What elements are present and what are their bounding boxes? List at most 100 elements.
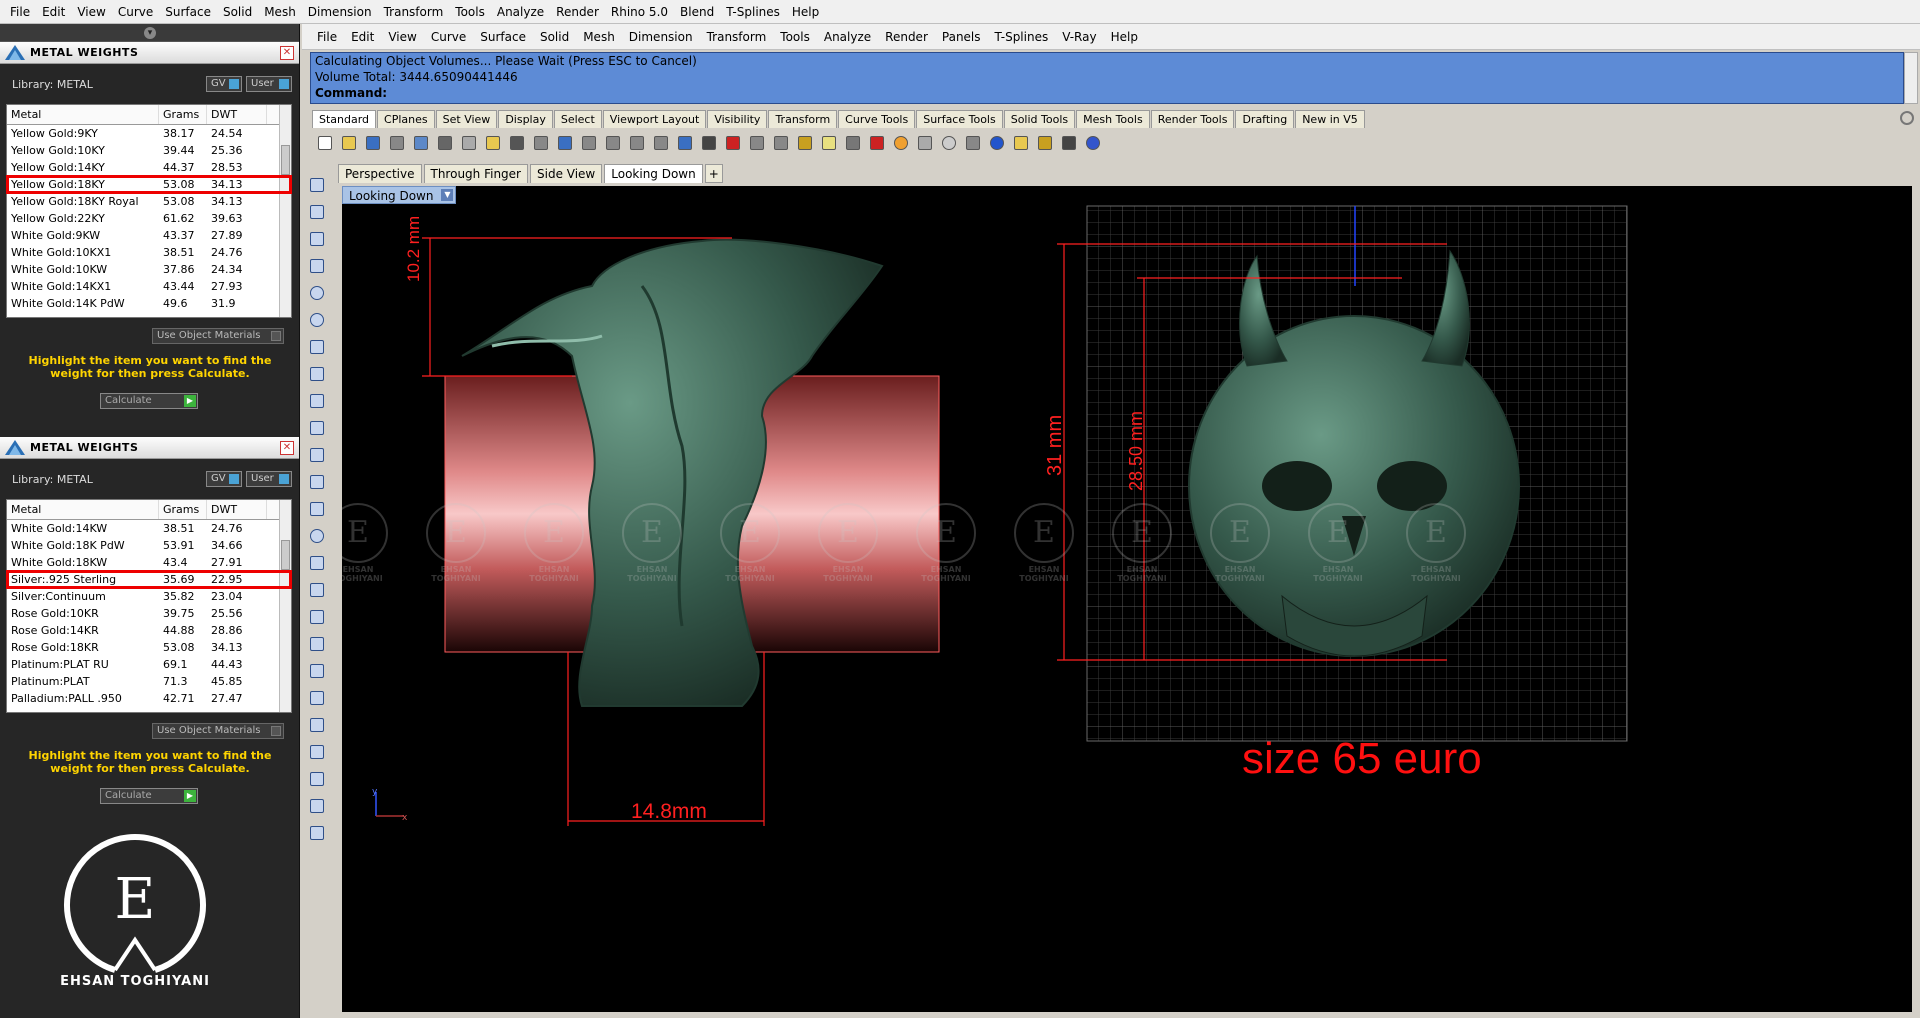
gv-button[interactable]: GV [206,471,242,487]
copy-icon[interactable] [458,132,480,154]
outer-menu-item[interactable]: Solid [217,0,258,24]
outer-menu-item[interactable]: File [4,0,36,24]
table-row[interactable]: Rose Gold:10KR 39.75 25.56 [7,605,291,622]
dimension-icon[interactable] [306,768,328,790]
gv-button[interactable]: GV [206,76,242,92]
rhino-menu-item[interactable]: Surface [473,30,533,44]
rhino-menu-item[interactable]: Transform [700,30,774,44]
toolbar-tab[interactable]: Select [553,110,602,128]
rhino-menu-item[interactable]: Tools [773,30,817,44]
outer-menu-item[interactable]: Mesh [258,0,302,24]
save-icon[interactable] [362,132,384,154]
extrude-icon[interactable] [306,579,328,601]
table-row[interactable]: Yellow Gold:22KY 61.62 39.63 [7,210,291,227]
scale-icon[interactable] [306,660,328,682]
chevron-down-icon[interactable]: ▾ [144,27,156,39]
fillet-curve-icon[interactable] [306,444,328,466]
viewport-layout-icon[interactable] [698,132,720,154]
open-file-icon[interactable] [338,132,360,154]
rhino-menu-item[interactable]: Curve [424,30,473,44]
table-row[interactable]: White Gold:18KW 43.4 27.91 [7,554,291,571]
close-icon[interactable]: ✕ [280,441,294,455]
rotate-view-icon[interactable] [554,132,576,154]
toolbar-tab[interactable]: Display [498,110,553,128]
rhino-menu-item[interactable]: View [381,30,423,44]
print-icon[interactable] [386,132,408,154]
layout-icon[interactable] [306,795,328,817]
curve-icon[interactable] [306,255,328,277]
viewport-looking-down[interactable]: Looking Down ▼ 10.2 mm 14.8mm 31 mm 28.5… [342,186,1912,1012]
table-row-selected[interactable]: Yellow Gold:18KY 53.08 34.13 [6,175,292,194]
table-scrollbar[interactable] [279,105,291,317]
toolbar-tab[interactable]: Solid Tools [1003,110,1076,128]
outer-menu-item[interactable]: Tools [449,0,491,24]
toolbar-tab[interactable]: Render Tools [1150,110,1235,128]
table-row[interactable]: Rose Gold:18KR 53.08 34.13 [7,639,291,656]
table-row[interactable]: Platinum:PLAT RU 69.1 44.43 [7,656,291,673]
undo-view-icon[interactable] [674,132,696,154]
column-header[interactable]: Grams [159,105,207,124]
undo-icon[interactable] [506,132,528,154]
sphere-icon[interactable] [306,525,328,547]
table-row[interactable]: White Gold:9KW 43.37 27.89 [7,227,291,244]
command-prompt[interactable]: Command: [311,85,1903,101]
viewport-title[interactable]: Looking Down ▼ [342,186,457,204]
viewport-tab[interactable]: Side View [530,164,603,183]
boolean-icon[interactable] [306,606,328,628]
table-row-selected[interactable]: Silver:.925 Sterling 35.69 22.95 [6,570,292,589]
rhino-menu-item[interactable]: Analyze [817,30,878,44]
move-icon[interactable] [306,633,328,655]
table-row[interactable]: White Gold:10KX1 38.51 24.76 [7,244,291,261]
table-row[interactable]: Yellow Gold:18KY Royal 53.08 34.13 [7,193,291,210]
car-icon[interactable] [722,132,744,154]
use-object-materials-checkbox[interactable]: Use Object Materials [152,723,284,739]
mirror-icon[interactable] [306,714,328,736]
zoom-icon[interactable] [578,132,600,154]
column-header[interactable]: Metal [7,105,159,124]
rhino-menu-item[interactable]: Help [1104,30,1145,44]
rhino-menu-item[interactable]: Panels [935,30,988,44]
array-icon[interactable] [306,687,328,709]
paste-icon[interactable] [482,132,504,154]
outer-menu-item[interactable]: Curve [112,0,159,24]
column-header[interactable]: DWT [207,105,267,124]
layer-icon[interactable] [866,132,888,154]
toolbar-tab[interactable]: Transform [768,110,838,128]
rhino-menu-item[interactable]: Render [878,30,935,44]
polygon-icon[interactable] [306,336,328,358]
outer-menu-item[interactable]: Transform [378,0,450,24]
table-row[interactable]: White Gold:10KW 37.86 24.34 [7,261,291,278]
rhino-menu-item[interactable]: Solid [533,30,576,44]
select-arrow-icon[interactable] [306,174,328,196]
zoom-window-icon[interactable] [602,132,624,154]
use-object-materials-checkbox[interactable]: Use Object Materials [152,328,284,344]
cylinder-icon[interactable] [306,552,328,574]
surface-icon[interactable] [306,471,328,493]
ellipse-icon[interactable] [306,309,328,331]
zoom-extents-icon[interactable] [626,132,648,154]
command-history[interactable]: Calculating Object Volumes... Please Wai… [310,52,1904,104]
calculate-button[interactable]: Calculate ▶ [100,393,198,409]
table-row[interactable]: Platinum:PLAT 71.3 45.85 [7,673,291,690]
rhino-menu-item[interactable]: T-Splines [988,30,1056,44]
table-row[interactable]: White Gold:14KX1 43.44 27.93 [7,278,291,295]
outer-menu-item[interactable]: Rhino 5.0 [605,0,674,24]
spiral-icon[interactable] [306,417,328,439]
table-row[interactable]: Yellow Gold:14KY 44.37 28.53 [7,159,291,176]
rhino-menu-item[interactable]: Dimension [622,30,700,44]
outer-menu-item[interactable]: Analyze [491,0,550,24]
light-icon[interactable] [818,132,840,154]
color-wheel-icon[interactable] [890,132,912,154]
table-row[interactable]: White Gold:18K PdW 53.91 34.66 [7,537,291,554]
blue-sphere-icon[interactable] [986,132,1008,154]
command-scrollbar[interactable] [1904,52,1918,104]
outer-menu-item[interactable]: Help [786,0,825,24]
column-header[interactable]: Metal [7,500,159,519]
table-row[interactable]: Palladium:PALL .950 42.71 27.47 [7,690,291,707]
settings-icon[interactable] [1034,132,1056,154]
viewport-canvas[interactable] [342,186,1912,1012]
toolbar-tab[interactable]: Drafting [1235,110,1295,128]
outer-menu-item[interactable]: Render [550,0,605,24]
viewport-tab[interactable]: Perspective [338,164,422,183]
new-file-icon[interactable] [314,132,336,154]
